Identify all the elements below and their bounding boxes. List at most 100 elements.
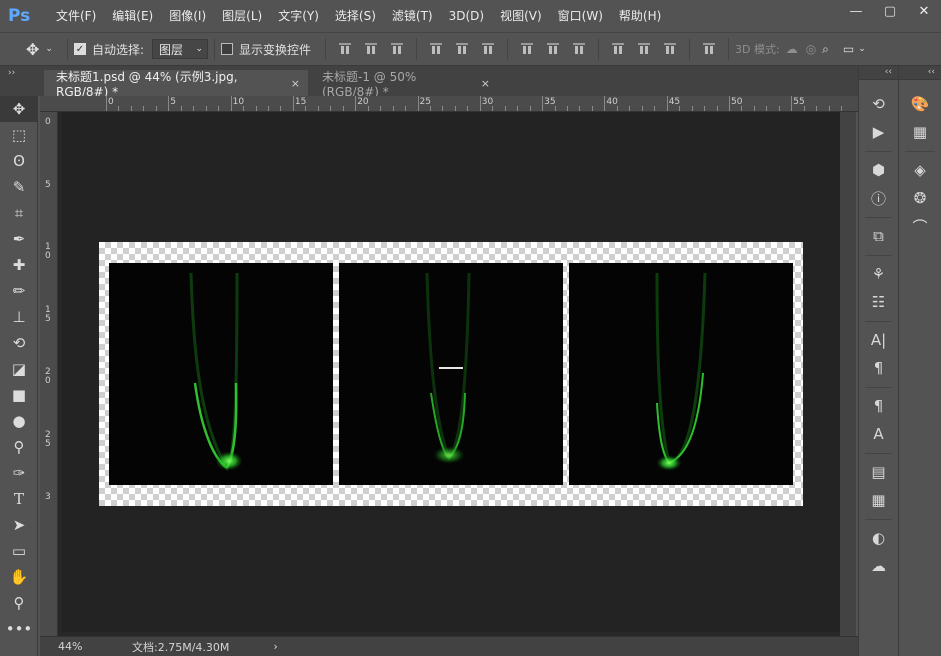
blur-tool-icon[interactable]: ●	[0, 408, 38, 434]
rectangle-tool-icon[interactable]: ▭	[0, 538, 38, 564]
vertical-ruler[interactable]: 0 5 1 0 1 5 2 0 2 5 3	[40, 112, 58, 636]
libraries-panel-icon[interactable]: ☁	[859, 552, 898, 580]
move-tool-preset[interactable]: ✥ ⌄	[26, 40, 53, 59]
zoom-tool-icon[interactable]: ⚲	[0, 590, 38, 616]
clone-source-panel-icon[interactable]: ⧉	[859, 222, 898, 250]
tab-document-2[interactable]: 未标题-1 @ 50%(RGB/8#) * ×	[310, 70, 498, 99]
channels-panel-icon[interactable]: ❂	[899, 184, 941, 212]
menu-layer[interactable]: 图层(L)	[214, 0, 270, 32]
paragraph-styles-panel-icon[interactable]: ¶	[859, 392, 898, 420]
horizontal-ruler[interactable]: 0 5 10 15 20 25 30 35 40 45 50 55	[46, 96, 858, 112]
distribute-right-icon[interactable]	[662, 41, 678, 57]
3d-panel-icon[interactable]: ⬢	[859, 156, 898, 184]
ruler-tick	[542, 96, 544, 111]
menu-help[interactable]: 帮助(H)	[611, 0, 669, 32]
marquee-tool-icon[interactable]: ⬚	[0, 122, 38, 148]
close-icon[interactable]: ×	[481, 77, 490, 90]
status-menu-arrow-icon[interactable]: ›	[273, 640, 277, 653]
align-left-icon[interactable]	[428, 41, 444, 57]
auto-select-target-dropdown[interactable]: 图层 ⌄	[152, 39, 208, 59]
history-brush-tool-icon[interactable]: ⟲	[0, 330, 38, 356]
align-bottom-icon[interactable]	[389, 41, 405, 57]
show-transform-checkbox[interactable]	[221, 43, 233, 55]
menu-filter[interactable]: 滤镜(T)	[384, 0, 441, 32]
maximize-button[interactable]: ▢	[873, 0, 907, 22]
image-panel-2[interactable]	[339, 263, 563, 485]
menu-file[interactable]: 文件(F)	[48, 0, 104, 32]
align-hcenter-icon[interactable]	[454, 41, 470, 57]
menu-3d[interactable]: 3D(D)	[441, 0, 492, 32]
vertical-scrollbar[interactable]	[840, 112, 856, 636]
3d-roll-icon[interactable]: ◎	[806, 42, 816, 56]
swatches-panel-icon[interactable]: ▦	[899, 118, 941, 146]
healing-brush-tool-icon[interactable]: ✚	[0, 252, 38, 278]
auto-select-option[interactable]: ✓ 自动选择:	[73, 41, 144, 58]
annotation-line	[439, 367, 463, 369]
eyedropper-tool-icon[interactable]: ✒	[0, 226, 38, 252]
search-icon[interactable]: ⌕	[822, 42, 829, 57]
auto-align-icon[interactable]	[701, 41, 717, 57]
lasso-tool-icon[interactable]: ʘ	[0, 148, 38, 174]
image-panel-3[interactable]	[569, 263, 793, 485]
layer-comps-panel-icon[interactable]: ▤	[859, 458, 898, 486]
move-tool-icon[interactable]: ✥	[0, 96, 38, 122]
adjustments-panel-icon[interactable]: ◐	[859, 524, 898, 552]
paths-panel-icon[interactable]: ⌒	[899, 212, 941, 240]
menu-view[interactable]: 视图(V)	[492, 0, 550, 32]
align-top-icon[interactable]	[337, 41, 353, 57]
menu-select[interactable]: 选择(S)	[327, 0, 384, 32]
distribute-bottom-icon[interactable]	[571, 41, 587, 57]
pen-tool-icon[interactable]: ✑	[0, 460, 38, 486]
workspace-icon[interactable]: ▭	[843, 42, 854, 56]
brush-presets-panel-icon[interactable]: ☷	[859, 288, 898, 316]
document-canvas[interactable]	[99, 242, 803, 506]
notes-panel-icon[interactable]: ▦	[859, 486, 898, 514]
zoom-level[interactable]: 44%	[58, 640, 128, 653]
gradient-tool-icon[interactable]: ■	[0, 382, 38, 408]
auto-select-checkbox[interactable]: ✓	[73, 43, 86, 55]
stamp-tool-icon[interactable]: ⊥	[0, 304, 38, 330]
hand-tool-icon[interactable]: ✋	[0, 564, 38, 590]
collapse-toolbar-icon[interactable]: ››	[8, 68, 15, 78]
distribute-vcenter-icon[interactable]	[545, 41, 561, 57]
info-panel-icon[interactable]: ⓘ	[859, 184, 898, 212]
type-tool-icon[interactable]: T	[0, 486, 38, 512]
dodge-tool-icon[interactable]: ⚲	[0, 434, 38, 460]
collapse-panels-icon[interactable]: ‹‹	[899, 66, 941, 80]
distribute-hcenter-icon[interactable]	[636, 41, 652, 57]
align-vcenter-icon[interactable]	[363, 41, 379, 57]
image-panel-1[interactable]	[109, 263, 333, 485]
crop-tool-icon[interactable]: ⌗	[0, 200, 38, 226]
chevron-down-icon[interactable]: ⌄	[858, 44, 866, 54]
quick-select-tool-icon[interactable]: ✎	[0, 174, 38, 200]
menu-edit[interactable]: 编辑(E)	[104, 0, 161, 32]
canvas-area[interactable]	[58, 112, 840, 636]
distribute-left-icon[interactable]	[610, 41, 626, 57]
more-tools-icon[interactable]: •••	[0, 616, 38, 642]
brush-panel-icon[interactable]: ⚘	[859, 260, 898, 288]
layers-panel-icon[interactable]: ◈	[899, 156, 941, 184]
path-select-tool-icon[interactable]: ➤	[0, 512, 38, 538]
3d-orbit-icon[interactable]: ☁	[786, 42, 798, 56]
menu-image[interactable]: 图像(I)	[161, 0, 214, 32]
tab-document-1[interactable]: 未标题1.psd @ 44% (示例3.jpg, RGB/8#) * ×	[44, 70, 308, 99]
ruler-tick	[205, 106, 207, 111]
menu-window[interactable]: 窗口(W)	[550, 0, 611, 32]
align-right-icon[interactable]	[480, 41, 496, 57]
character-styles-panel-icon[interactable]: A	[859, 420, 898, 448]
actions-panel-icon[interactable]: ▶	[859, 118, 898, 146]
show-transform-option[interactable]: 显示变换控件	[221, 41, 311, 58]
minimize-button[interactable]: —	[839, 0, 873, 22]
ruler-label: 1 0	[45, 242, 51, 261]
distribute-top-icon[interactable]	[519, 41, 535, 57]
close-icon[interactable]: ×	[291, 77, 300, 90]
history-panel-icon[interactable]: ⟲	[859, 90, 898, 118]
close-button[interactable]: ✕	[907, 0, 941, 22]
brush-tool-icon[interactable]: ✏	[0, 278, 38, 304]
character-panel-icon[interactable]: A|	[859, 326, 898, 354]
paragraph-panel-icon[interactable]: ¶	[859, 354, 898, 382]
color-panel-icon[interactable]: 🎨	[899, 90, 941, 118]
menu-type[interactable]: 文字(Y)	[270, 0, 327, 32]
collapse-panels-icon[interactable]: ‹‹	[859, 66, 898, 80]
eraser-tool-icon[interactable]: ◪	[0, 356, 38, 382]
